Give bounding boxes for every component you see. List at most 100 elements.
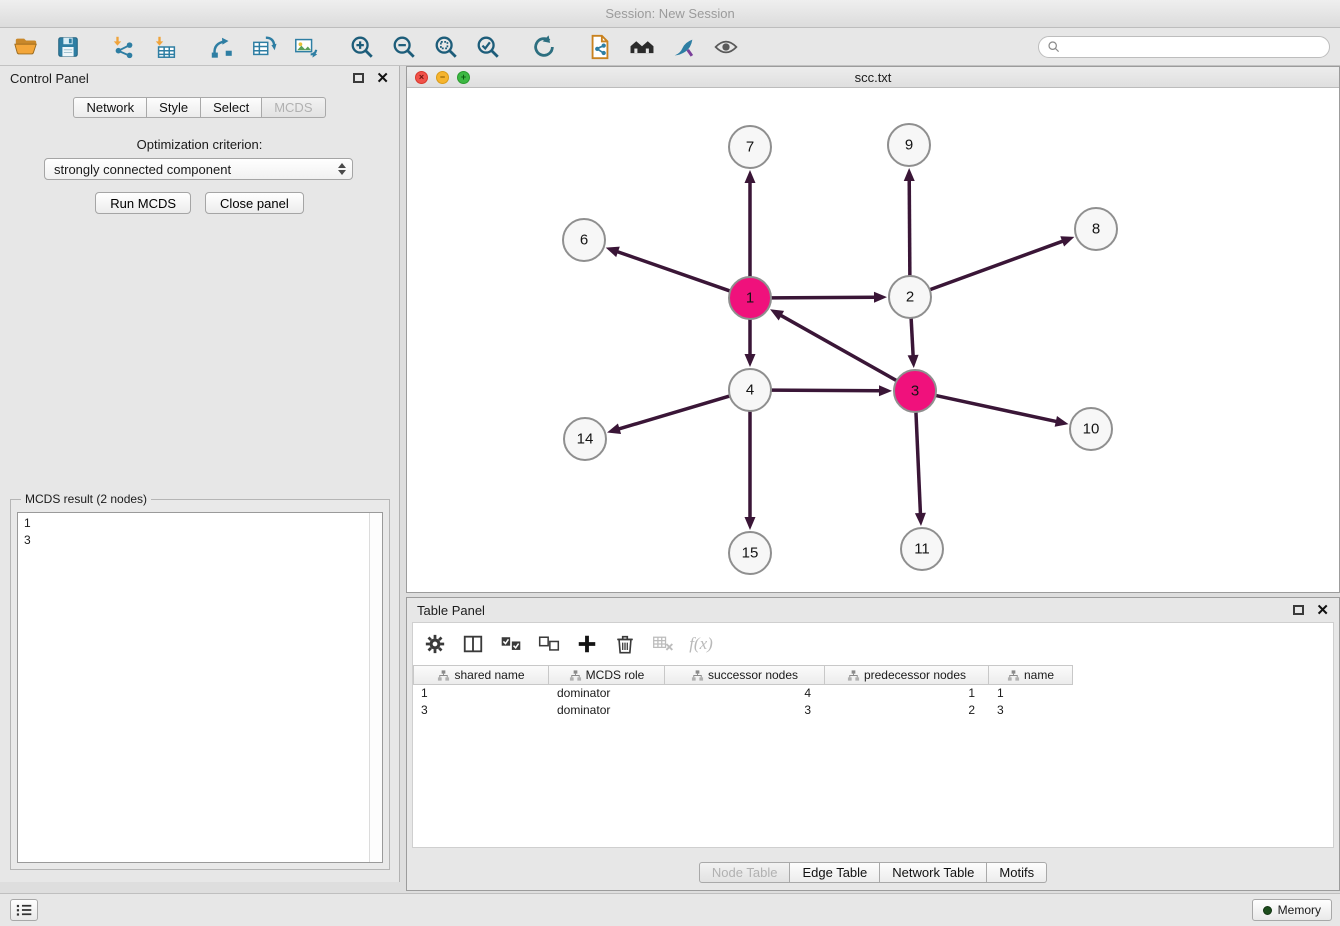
table-cell: dominator bbox=[549, 685, 665, 702]
node-1[interactable]: 1 bbox=[729, 277, 771, 319]
edge-4-to-3[interactable] bbox=[771, 385, 892, 396]
tab-style[interactable]: Style bbox=[147, 97, 201, 118]
run-mcds-button[interactable]: Run MCDS bbox=[95, 192, 191, 214]
image-export-icon[interactable] bbox=[290, 32, 322, 62]
node-11[interactable]: 11 bbox=[901, 528, 943, 570]
node-9[interactable]: 9 bbox=[888, 124, 930, 166]
result-item[interactable]: 1 bbox=[18, 515, 382, 532]
window-close-icon[interactable]: × bbox=[415, 71, 428, 84]
zoom-selected-icon[interactable] bbox=[472, 32, 504, 62]
window-titlebar[interactable]: Session: New Session bbox=[0, 0, 1340, 28]
import-table-icon[interactable] bbox=[150, 32, 182, 62]
search-input[interactable] bbox=[1064, 40, 1321, 54]
node-3[interactable]: 3 bbox=[894, 370, 936, 412]
main-toolbar bbox=[0, 28, 1340, 66]
column-header-successor-nodes[interactable]: successor nodes bbox=[665, 665, 825, 685]
deselect-all-icon[interactable] bbox=[535, 630, 563, 658]
task-history-button[interactable] bbox=[10, 899, 38, 921]
control-panel-title: Control Panel bbox=[10, 71, 89, 86]
svg-text:10: 10 bbox=[1083, 421, 1100, 438]
network-graph-canvas[interactable]: 7 9 6 8 1 2 4 3 14 10 15 11 bbox=[407, 88, 1339, 592]
edge-1-to-4[interactable] bbox=[745, 319, 756, 367]
edge-1-to-7[interactable] bbox=[745, 170, 756, 277]
table-row[interactable]: 1dominator411 bbox=[413, 685, 1333, 702]
edge-2-to-3[interactable] bbox=[908, 318, 919, 368]
svg-text:2: 2 bbox=[906, 289, 914, 306]
edge-3-to-11[interactable] bbox=[915, 412, 926, 526]
tab-motifs[interactable]: Motifs bbox=[987, 862, 1047, 883]
node-6[interactable]: 6 bbox=[563, 219, 605, 261]
edge-1-to-6[interactable] bbox=[606, 247, 730, 291]
add-row-icon[interactable] bbox=[573, 630, 601, 658]
node-14[interactable]: 14 bbox=[564, 418, 606, 460]
paint-style-icon[interactable] bbox=[668, 32, 700, 62]
close-table-panel-icon[interactable]: ✕ bbox=[1316, 603, 1329, 618]
float-table-panel-icon[interactable] bbox=[1293, 605, 1304, 615]
mcds-result-group: MCDS result (2 nodes) 13 bbox=[10, 492, 390, 870]
zoom-out-icon[interactable] bbox=[388, 32, 420, 62]
tab-edge-table[interactable]: Edge Table bbox=[790, 862, 880, 883]
node-4[interactable]: 4 bbox=[729, 369, 771, 411]
save-session-icon[interactable] bbox=[52, 32, 84, 62]
edge-2-to-8[interactable] bbox=[930, 236, 1075, 290]
table-cell: 1 bbox=[413, 685, 549, 702]
tab-node-table[interactable]: Node Table bbox=[699, 862, 791, 883]
network-new-icon[interactable] bbox=[206, 32, 238, 62]
column-header-shared-name[interactable]: shared name bbox=[413, 665, 549, 685]
column-header-mcds-role[interactable]: MCDS role bbox=[549, 665, 665, 685]
node-10[interactable]: 10 bbox=[1070, 408, 1112, 450]
file-network-icon[interactable] bbox=[584, 32, 616, 62]
close-panel-button[interactable]: Close panel bbox=[205, 192, 304, 214]
window-minimize-icon[interactable]: − bbox=[436, 71, 449, 84]
search-icon bbox=[1047, 40, 1060, 53]
control-panel-header: Control Panel ✕ bbox=[0, 66, 399, 90]
zoom-in-icon[interactable] bbox=[346, 32, 378, 62]
network-clone-icon[interactable] bbox=[248, 32, 280, 62]
tab-select[interactable]: Select bbox=[201, 97, 262, 118]
node-8[interactable]: 8 bbox=[1075, 208, 1117, 250]
node-7[interactable]: 7 bbox=[729, 126, 771, 168]
node-2[interactable]: 2 bbox=[889, 276, 931, 318]
columns-icon[interactable] bbox=[459, 630, 487, 658]
node-15[interactable]: 15 bbox=[729, 532, 771, 574]
result-scrollbar[interactable] bbox=[369, 513, 382, 862]
table-cell: 4 bbox=[665, 685, 825, 702]
import-network-icon[interactable] bbox=[108, 32, 140, 62]
control-panel-tabs: NetworkStyleSelectMCDS bbox=[0, 97, 399, 118]
table-panel: Table Panel ✕ f(x) shared nameMCDS roles… bbox=[406, 597, 1340, 891]
mcds-result-title: MCDS result (2 nodes) bbox=[21, 492, 151, 506]
criterion-dropdown[interactable]: strongly connected component bbox=[44, 158, 353, 180]
tab-network-table[interactable]: Network Table bbox=[880, 862, 987, 883]
edge-4-to-14[interactable] bbox=[607, 396, 730, 434]
gear-icon[interactable] bbox=[421, 630, 449, 658]
close-panel-icon[interactable]: ✕ bbox=[376, 71, 389, 86]
edge-3-to-1[interactable] bbox=[770, 309, 897, 380]
mcds-result-list[interactable]: 13 bbox=[17, 512, 383, 863]
optimization-criterion-label: Optimization criterion: bbox=[0, 137, 399, 152]
folder-open-icon[interactable] bbox=[10, 32, 42, 62]
column-header-predecessor-nodes[interactable]: predecessor nodes bbox=[825, 665, 989, 685]
network-window-title: scc.txt bbox=[855, 70, 892, 85]
network-window-titlebar[interactable]: × − + scc.txt bbox=[407, 67, 1339, 88]
edge-4-to-15[interactable] bbox=[745, 411, 756, 530]
memory-button[interactable]: Memory bbox=[1252, 899, 1332, 921]
edge-2-to-9[interactable] bbox=[904, 168, 915, 276]
delete-row-icon[interactable] bbox=[611, 630, 639, 658]
result-item[interactable]: 3 bbox=[18, 532, 382, 549]
tab-network[interactable]: Network bbox=[73, 97, 147, 118]
float-panel-icon[interactable] bbox=[353, 73, 364, 83]
houses-icon[interactable] bbox=[626, 32, 658, 62]
edge-1-to-2[interactable] bbox=[771, 292, 887, 303]
search-box[interactable] bbox=[1038, 36, 1330, 58]
refresh-layout-icon[interactable] bbox=[528, 32, 560, 62]
tab-mcds[interactable]: MCDS bbox=[262, 97, 325, 118]
column-header-name[interactable]: name bbox=[989, 665, 1073, 685]
select-all-icon[interactable] bbox=[497, 630, 525, 658]
window-maximize-icon[interactable]: + bbox=[457, 71, 470, 84]
table-cell: 3 bbox=[989, 702, 1073, 719]
edge-3-to-10[interactable] bbox=[936, 395, 1069, 426]
table-panel-body: f(x) shared nameMCDS rolesuccessor nodes… bbox=[412, 622, 1334, 848]
zoom-fit-icon[interactable] bbox=[430, 32, 462, 62]
table-row[interactable]: 3dominator323 bbox=[413, 702, 1333, 719]
eye-icon[interactable] bbox=[710, 32, 742, 62]
